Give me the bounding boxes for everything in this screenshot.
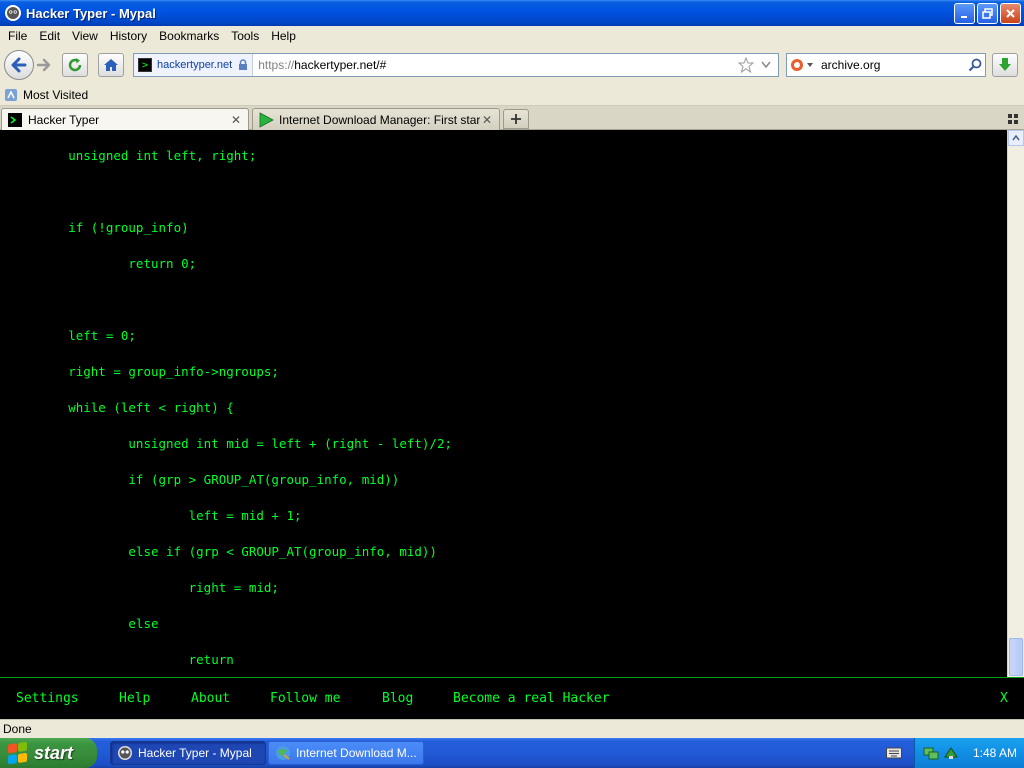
tab-bar: Hacker Typer ✕ Internet Download Manager… [0, 106, 1024, 131]
task-label: Internet Download M... [296, 746, 417, 760]
safely-remove-hardware-icon[interactable] [943, 745, 959, 761]
code-line: while (left < right) { [8, 400, 234, 415]
taskbar-item-hacker-typer[interactable]: Hacker Typer - Mypal [110, 741, 266, 765]
code-line: return 0; [8, 256, 197, 271]
minimize-button[interactable] [954, 3, 975, 24]
reload-icon [68, 58, 82, 72]
code-line: unsigned int mid = left + (right - left)… [8, 436, 453, 451]
code-line: else [8, 616, 159, 631]
reload-button[interactable] [62, 53, 88, 77]
menu-tools[interactable]: Tools [225, 29, 265, 43]
code-line: right = group_info->ngroups; [8, 364, 279, 379]
code-line: right = mid; [8, 580, 279, 595]
tab-label: Internet Download Manager: First start [279, 112, 480, 127]
hacker-typer-code-area[interactable]: unsigned int left, right; if (!group_inf… [0, 130, 1007, 677]
footer-close-button[interactable]: X [1000, 691, 1008, 706]
footer-help-link[interactable]: Help [119, 691, 150, 706]
home-button[interactable] [98, 53, 124, 77]
chevron-up-icon [1012, 135, 1020, 141]
start-label: start [34, 742, 74, 763]
start-button[interactable]: start [0, 738, 97, 768]
vertical-scrollbar[interactable] [1007, 130, 1024, 677]
bookmark-star-icon[interactable] [738, 57, 754, 73]
code-line: if (!group_info) [8, 220, 189, 235]
windows-taskbar: start Hacker Typer - Mypal Internet Down… [0, 738, 1024, 768]
tab-idm-first-start[interactable]: Internet Download Manager: First start ✕ [252, 108, 500, 130]
code-line: if (grp > GROUP_AT(group_info, mid)) [8, 472, 400, 487]
tab-close-icon[interactable]: ✕ [229, 113, 243, 127]
code-line: unsigned int left, right; [8, 148, 257, 163]
forward-button[interactable] [34, 55, 54, 75]
mypal-app-icon [5, 5, 21, 21]
code-line: else if (grp < GROUP_AT(group_info, mid)… [8, 544, 437, 559]
hacker-typer-footer-menu: Settings Help About Follow me Blog Becom… [0, 677, 1024, 719]
url-input[interactable]: https://hackertyper.net/# [258, 58, 738, 72]
code-line: return [8, 652, 234, 667]
task-label: Hacker Typer - Mypal [138, 746, 252, 760]
footer-blog-link[interactable]: Blog [382, 691, 413, 706]
bookmarks-toolbar: Most Visited [0, 84, 1024, 106]
scrollbar-thumb[interactable] [1009, 638, 1023, 676]
site-identity-button[interactable]: > hackertyper.net [134, 54, 254, 76]
url-bar[interactable]: > hackertyper.net https://hackertyper.ne… [133, 53, 779, 77]
footer-settings-link[interactable]: Settings [16, 691, 79, 706]
search-icon[interactable] [965, 55, 985, 75]
menu-view[interactable]: View [66, 29, 104, 43]
downloads-button[interactable] [992, 53, 1018, 77]
system-tray: 1:48 AM [914, 738, 1024, 768]
menu-help[interactable]: Help [265, 29, 302, 43]
menu-history[interactable]: History [104, 29, 153, 43]
status-text: Done [3, 722, 32, 736]
status-bar: Done [0, 719, 1024, 738]
search-engine-icon[interactable] [787, 54, 817, 76]
footer-become-hacker-link[interactable]: Become a real Hacker [453, 691, 610, 706]
tab-hacker-typer[interactable]: Hacker Typer ✕ [1, 108, 249, 131]
code-line: left = mid + 1; [8, 508, 302, 523]
tab-close-icon[interactable]: ✕ [480, 113, 494, 127]
forward-arrow-icon [36, 58, 51, 72]
tab-label: Hacker Typer [28, 113, 100, 127]
menu-bookmarks[interactable]: Bookmarks [153, 29, 225, 43]
keyboard-icon[interactable] [886, 746, 902, 760]
code-line: left = 0; [8, 328, 136, 343]
back-button[interactable] [4, 50, 34, 80]
list-all-tabs-button[interactable] [1006, 112, 1020, 126]
plus-icon [511, 114, 521, 124]
taskbar-item-idm[interactable]: Internet Download M... [268, 741, 424, 765]
restore-button[interactable] [977, 3, 998, 24]
hackertyper-favicon: > [138, 58, 152, 72]
search-bar[interactable]: archive.org [786, 53, 986, 77]
close-window-button[interactable] [1000, 3, 1021, 24]
network-icon[interactable] [923, 745, 939, 761]
mypal-app-icon [117, 745, 133, 761]
minimize-icon [960, 15, 967, 18]
navigation-toolbar: > hackertyper.net https://hackertyper.ne… [0, 46, 1024, 84]
hackertyper-favicon [7, 112, 23, 128]
window-title-bar[interactable]: Hacker Typer - Mypal [0, 0, 1024, 26]
most-visited-icon [5, 88, 17, 101]
url-history-dropdown-icon[interactable] [758, 57, 774, 73]
menu-bar: File Edit View History Bookmarks Tools H… [0, 26, 1024, 46]
bookmark-most-visited[interactable]: Most Visited [23, 88, 88, 102]
download-arrow-icon [999, 58, 1011, 71]
menu-edit[interactable]: Edit [33, 29, 66, 43]
taskbar-clock[interactable]: 1:48 AM [973, 746, 1017, 760]
menu-file[interactable]: File [2, 29, 33, 43]
scroll-up-button[interactable] [1008, 130, 1024, 146]
close-icon [1006, 9, 1015, 18]
lock-icon [239, 59, 248, 70]
restore-icon [982, 8, 993, 19]
footer-follow-link[interactable]: Follow me [270, 691, 340, 706]
idm-play-icon [258, 111, 274, 128]
site-identity-label: hackertyper.net [157, 59, 233, 71]
new-tab-button[interactable] [503, 109, 529, 129]
window-title: Hacker Typer - Mypal [26, 5, 156, 21]
home-icon [104, 59, 118, 71]
back-arrow-icon [11, 57, 27, 73]
windows-logo-icon [8, 741, 28, 765]
search-input[interactable]: archive.org [821, 58, 965, 72]
idm-globe-icon [275, 745, 291, 761]
footer-about-link[interactable]: About [191, 691, 230, 706]
